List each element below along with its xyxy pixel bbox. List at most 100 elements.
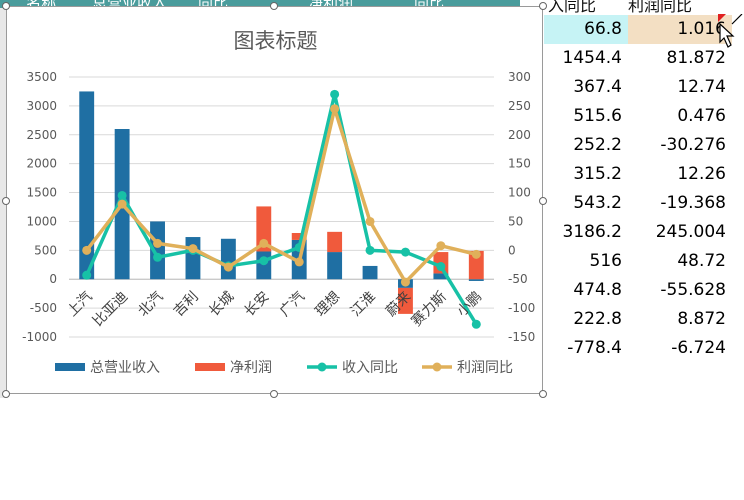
point-profit-yoy[interactable]: [436, 241, 446, 251]
y-tick-label: 2000: [26, 157, 57, 171]
x-tick-label: 江淮: [348, 289, 379, 320]
cell-profit-yoy[interactable]: 48.72: [628, 247, 732, 276]
resize-handle-top-left[interactable]: [2, 2, 10, 10]
cell-revenue-yoy[interactable]: 367.4: [544, 73, 628, 102]
point-profit-yoy[interactable]: [294, 257, 304, 267]
cell-profit-yoy[interactable]: 0.476: [628, 102, 732, 131]
point-revenue-yoy[interactable]: [436, 262, 446, 272]
resize-handle-top[interactable]: [270, 2, 278, 10]
point-revenue-yoy[interactable]: [117, 190, 127, 200]
y2-tick-label: -150: [508, 330, 535, 344]
cell-profit-yoy[interactable]: 8.872: [628, 305, 732, 334]
y-tick-label: 2500: [26, 128, 57, 142]
cell-profit-yoy[interactable]: 245.004: [628, 218, 732, 247]
x-tick-label: 北汽: [135, 289, 166, 320]
point-revenue-yoy[interactable]: [82, 270, 92, 280]
x-tick-label: 吉利: [171, 289, 202, 320]
cell-profit-yoy[interactable]: 1.016: [628, 15, 732, 44]
bar-revenue[interactable]: [185, 237, 201, 280]
cell-profit-yoy[interactable]: 12.26: [628, 160, 732, 189]
y-tick-label: 0: [49, 272, 57, 286]
legend-label[interactable]: 利润同比: [457, 360, 513, 376]
cell-revenue-yoy[interactable]: 252.2: [544, 131, 628, 160]
y-tick-label: 1500: [26, 186, 57, 200]
y-tick-label: 3500: [26, 70, 57, 84]
bar-revenue[interactable]: [220, 238, 236, 280]
point-profit-yoy[interactable]: [117, 199, 127, 209]
resize-handle-top-right[interactable]: [539, 2, 547, 10]
legend-swatch: [195, 363, 225, 371]
point-profit-yoy[interactable]: [82, 245, 92, 255]
y2-tick-label: 150: [508, 157, 531, 171]
bar-profit[interactable]: [327, 231, 343, 253]
x-tick-label: 赛力斯: [409, 289, 450, 330]
y2-tick-label: 100: [508, 186, 531, 200]
cell-revenue-yoy[interactable]: 66.8: [544, 15, 628, 44]
y-tick-label: -1000: [22, 330, 57, 344]
cell-profit-yoy[interactable]: -55.628: [628, 276, 732, 305]
resize-handle-bottom-right[interactable]: [539, 390, 547, 398]
cell-profit-yoy[interactable]: -30.276: [628, 131, 732, 160]
point-profit-yoy[interactable]: [259, 238, 269, 248]
cell-revenue-yoy[interactable]: 1454.4: [544, 44, 628, 73]
y2-tick-label: -100: [508, 301, 535, 315]
point-profit-yoy[interactable]: [400, 277, 410, 287]
chart-plot-area: 3500 3000 2500 2000 1500 1000 500 0 -500 -1000 300…: [22, 70, 535, 376]
point-profit-yoy[interactable]: [330, 104, 340, 114]
point-profit-yoy[interactable]: [471, 249, 481, 259]
point-revenue-yoy[interactable]: [365, 245, 375, 255]
y2-tick-label: 50: [508, 214, 523, 228]
cell-profit-yoy[interactable]: 12.74: [628, 73, 732, 102]
cell-profit-yoy[interactable]: 81.872: [628, 44, 732, 73]
cell-revenue-yoy[interactable]: 543.2: [544, 189, 628, 218]
y2-tick-label: 300: [508, 70, 531, 84]
resize-handle-left[interactable]: [2, 197, 10, 205]
cell-revenue-yoy[interactable]: 515.6: [544, 102, 628, 131]
cell-revenue-yoy[interactable]: 516: [544, 247, 628, 276]
bar-revenue[interactable]: [256, 251, 272, 280]
bar-revenue[interactable]: [362, 265, 378, 280]
bar-revenue[interactable]: [327, 252, 343, 280]
cell-profit-yoy[interactable]: -19.368: [628, 189, 732, 218]
point-revenue-yoy[interactable]: [471, 319, 481, 329]
x-tick-label: 理想: [312, 289, 343, 320]
x-tick-label: 广汽: [277, 289, 308, 320]
point-revenue-yoy[interactable]: [259, 256, 269, 266]
bar-revenue[interactable]: [468, 279, 484, 281]
x-tick-label: 比亚迪: [90, 289, 131, 330]
legend-label[interactable]: 收入同比: [342, 360, 398, 376]
resize-handle-right[interactable]: [539, 197, 547, 205]
point-profit-yoy[interactable]: [365, 216, 375, 226]
x-tick-label: 长城: [206, 289, 237, 320]
cell-profit-yoy[interactable]: -6.724: [628, 334, 732, 363]
legend-marker: [432, 362, 442, 372]
point-revenue-yoy[interactable]: [400, 247, 410, 257]
cell-revenue-yoy[interactable]: 3186.2: [544, 218, 628, 247]
point-revenue-yoy[interactable]: [153, 252, 163, 262]
column-header-profit-yoy[interactable]: 利润同比: [628, 0, 692, 16]
cell-revenue-yoy[interactable]: 474.8: [544, 276, 628, 305]
legend-label[interactable]: 净利润: [230, 360, 272, 376]
point-revenue-yoy[interactable]: [330, 89, 340, 99]
point-profit-yoy[interactable]: [153, 238, 163, 248]
point-profit-yoy[interactable]: [223, 262, 233, 272]
line-revenue-yoy[interactable]: [85, 92, 478, 326]
y-tick-label: 1000: [26, 214, 57, 228]
legend-swatch: [55, 363, 85, 371]
y-tick-label: 500: [34, 243, 57, 257]
column-header-revenue-yoy[interactable]: 入同比: [548, 0, 596, 16]
legend-label[interactable]: 总营业收入: [90, 360, 160, 376]
resize-handle-bottom[interactable]: [270, 390, 278, 398]
combo-chart[interactable]: 图表标题 3500 3000 2500 2000 1500 1000 500 0 -500 -10…: [6, 6, 543, 394]
cell-revenue-yoy[interactable]: 222.8: [544, 305, 628, 334]
y2-tick-label: 250: [508, 99, 531, 113]
point-profit-yoy[interactable]: [188, 244, 198, 254]
y-tick-label: 3000: [26, 99, 57, 113]
y-tick-label: -500: [30, 301, 57, 315]
resize-handle-bottom-left[interactable]: [2, 390, 10, 398]
mouse-cursor-icon: [718, 14, 743, 48]
y2-tick-label: -50: [508, 272, 528, 286]
cell-revenue-yoy[interactable]: -778.4: [544, 334, 628, 363]
x-tick-label: 上汽: [64, 289, 95, 320]
cell-revenue-yoy[interactable]: 315.2: [544, 160, 628, 189]
